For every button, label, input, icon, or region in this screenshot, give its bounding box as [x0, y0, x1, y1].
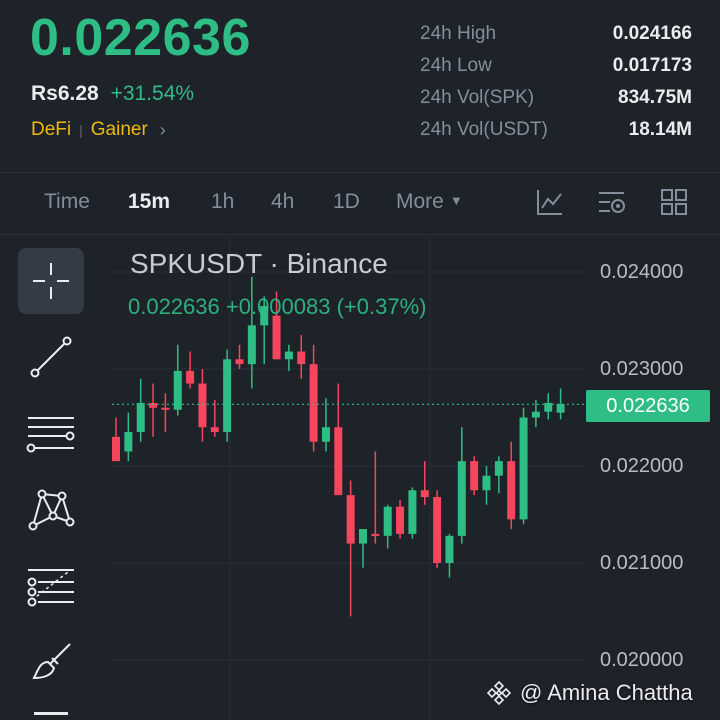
candle-body: [334, 427, 343, 496]
candle: [112, 417, 120, 462]
y-tick-label: 0.020000: [600, 649, 684, 671]
candle-body: [457, 461, 466, 536]
candle: [309, 344, 318, 452]
candle-body: [346, 495, 355, 544]
candle: [284, 344, 293, 371]
candle-body: [198, 383, 207, 428]
candle-body: [223, 359, 232, 433]
candle: [161, 393, 170, 433]
chart-last-change: 0.022636 +0.000083 (+0.37%): [128, 294, 427, 319]
candle-body: [470, 461, 479, 491]
candle-body: [186, 370, 195, 384]
candle-body: [235, 359, 244, 365]
candle-body: [396, 506, 405, 534]
candle-body: [136, 402, 145, 433]
candle-body: [112, 436, 120, 462]
candle: [544, 393, 553, 420]
candle-body: [284, 351, 293, 360]
candle: [334, 383, 343, 496]
watermark-text: @ Amina Chattha: [520, 680, 693, 705]
candle-body: [433, 497, 442, 563]
y-tick-label: 0.022000: [600, 455, 684, 477]
candle: [396, 499, 405, 539]
candle: [433, 490, 442, 568]
candle-body: [507, 461, 516, 520]
candle: [359, 529, 367, 568]
candle-body: [297, 351, 306, 365]
candle-body: [482, 475, 491, 491]
candle-body: [247, 325, 256, 365]
candle-body: [371, 533, 380, 536]
candle-body: [519, 417, 528, 520]
candle-body: [272, 315, 281, 360]
candle: [519, 407, 528, 525]
candle-body: [161, 407, 170, 410]
candle: [136, 378, 145, 442]
candle: [507, 441, 516, 530]
candle: [124, 412, 133, 462]
candle-body: [359, 529, 367, 544]
candles: [112, 276, 565, 617]
candle-body: [420, 490, 429, 498]
y-tick-label: 0.024000: [600, 261, 684, 283]
candle-body: [408, 490, 417, 534]
candle-body: [494, 461, 503, 476]
watermark: @ Amina Chattha: [486, 680, 693, 706]
candle: [371, 451, 380, 544]
candle: [482, 466, 491, 505]
candle-body: [445, 535, 454, 563]
y-tick-label: 0.021000: [600, 552, 684, 574]
candle: [186, 351, 195, 389]
candle-body: [556, 403, 565, 413]
candle: [494, 456, 503, 494]
binance-logo-icon: [486, 680, 512, 706]
candle: [420, 461, 429, 505]
candle: [173, 344, 182, 416]
candle-body: [210, 427, 219, 433]
candle: [223, 349, 232, 442]
candle-body: [383, 506, 392, 536]
candle: [297, 335, 306, 379]
candle-body: [321, 427, 330, 442]
candle: [346, 480, 355, 617]
candle: [383, 504, 392, 549]
candle: [149, 383, 158, 437]
chart-symbol-title: SPKUSDT · Binance: [130, 248, 388, 279]
candle: [198, 369, 207, 442]
candle: [321, 398, 330, 452]
candle: [408, 487, 417, 539]
candle-body: [531, 411, 540, 418]
candle: [457, 427, 466, 544]
candle: [235, 344, 244, 369]
candle-body: [309, 364, 318, 442]
current-price-tag: 0.022636: [586, 390, 710, 422]
y-tick-label: 0.023000: [600, 358, 684, 380]
candle-body: [124, 432, 133, 452]
candle: [470, 456, 479, 496]
candle: [445, 533, 454, 578]
candle-body: [149, 402, 158, 408]
candle: [210, 400, 219, 437]
